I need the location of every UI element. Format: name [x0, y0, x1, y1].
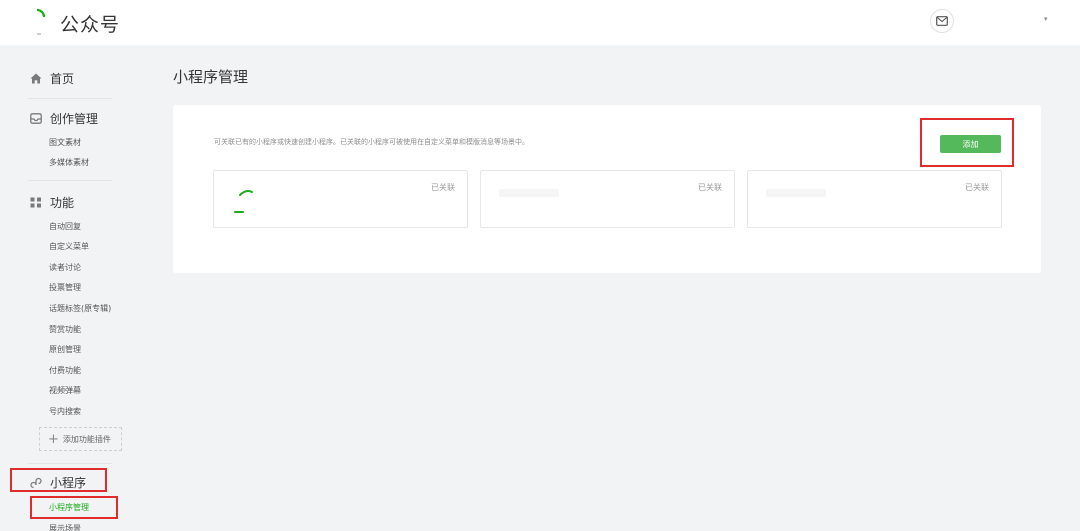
inbox-icon [30, 113, 42, 124]
sidebar-section-features[interactable]: 功能 [30, 194, 74, 211]
sidebar-section-creation[interactable]: 创作管理 [30, 110, 98, 127]
sidebar-item-search[interactable]: 号内搜索 [49, 406, 81, 417]
sidebar-divider [28, 463, 112, 464]
sidebar-item-label: 首页 [50, 72, 75, 86]
page-title: 小程序管理 [173, 68, 249, 86]
account-dropdown-icon[interactable]: ▾ [1044, 15, 1048, 23]
sidebar-item-video-danmaku[interactable]: 视频弹幕 [49, 385, 81, 396]
section-title: 功能 [50, 196, 75, 210]
sidebar-divider [28, 98, 112, 99]
status-badge: 已关联 [431, 183, 455, 192]
sidebar-item-media[interactable]: 多媒体素材 [49, 157, 89, 168]
message-button[interactable] [930, 9, 954, 33]
sidebar: 首页 创作管理 图文素材 多媒体素材 功能 自动回复 自定义菜单 读者讨论 投票… [0, 45, 140, 531]
sidebar-item-reader-discussion[interactable]: 读者讨论 [49, 262, 81, 273]
sidebar-item-topic-tags[interactable]: 话题标签(原专辑) [49, 303, 111, 314]
sidebar-item-image-text[interactable]: 图文素材 [49, 137, 81, 148]
add-plugin-label: 添加功能插件 [62, 434, 111, 444]
highlight-box [30, 496, 118, 519]
description-text: 可关联已有的小程序或快速创建小程序。已关联的小程序可被使用在自定义菜单和模版消息… [214, 138, 529, 146]
sidebar-item-custom-menu[interactable]: 自定义菜单 [49, 241, 89, 252]
sidebar-item-reward[interactable]: 赞赏功能 [49, 324, 81, 335]
sidebar-item-original[interactable]: 原创管理 [49, 344, 81, 355]
add-plugin-button[interactable]: + 添加功能插件 [39, 427, 122, 451]
linked-mini-program-card[interactable]: 已关联 [213, 170, 468, 228]
sidebar-item-auto-reply[interactable]: 自动回复 [49, 221, 81, 232]
sidebar-item-home[interactable]: 首页 [30, 70, 74, 87]
mini-program-panel: 可关联已有的小程序或快速创建小程序。已关联的小程序可被使用在自定义菜单和模版消息… [173, 105, 1041, 273]
plus-icon: + [48, 431, 59, 447]
mini-program-name-placeholder [766, 189, 826, 197]
brand-title[interactable]: 公众号 [60, 10, 120, 37]
grid-icon [30, 197, 41, 208]
status-badge: 已关联 [698, 183, 722, 192]
home-icon [30, 73, 42, 84]
top-bar: 公众号 ▾ [0, 0, 1080, 45]
mini-program-name-placeholder [499, 189, 559, 197]
linked-mini-program-card[interactable]: 已关联 [480, 170, 735, 228]
mail-icon [936, 16, 948, 26]
sidebar-item-vote[interactable]: 投票管理 [49, 282, 81, 293]
linked-mini-program-card[interactable]: 已关联 [747, 170, 1002, 228]
highlight-box [10, 468, 107, 492]
sidebar-divider [28, 180, 112, 181]
status-badge: 已关联 [965, 183, 989, 192]
wechat-logo-icon [36, 8, 46, 35]
sidebar-item-display-scene[interactable]: 展示场景 [49, 523, 81, 531]
highlight-box [920, 118, 1014, 167]
sidebar-item-paid[interactable]: 付费功能 [49, 365, 81, 376]
section-title: 创作管理 [50, 112, 99, 126]
mini-program-logo-icon [234, 190, 253, 213]
